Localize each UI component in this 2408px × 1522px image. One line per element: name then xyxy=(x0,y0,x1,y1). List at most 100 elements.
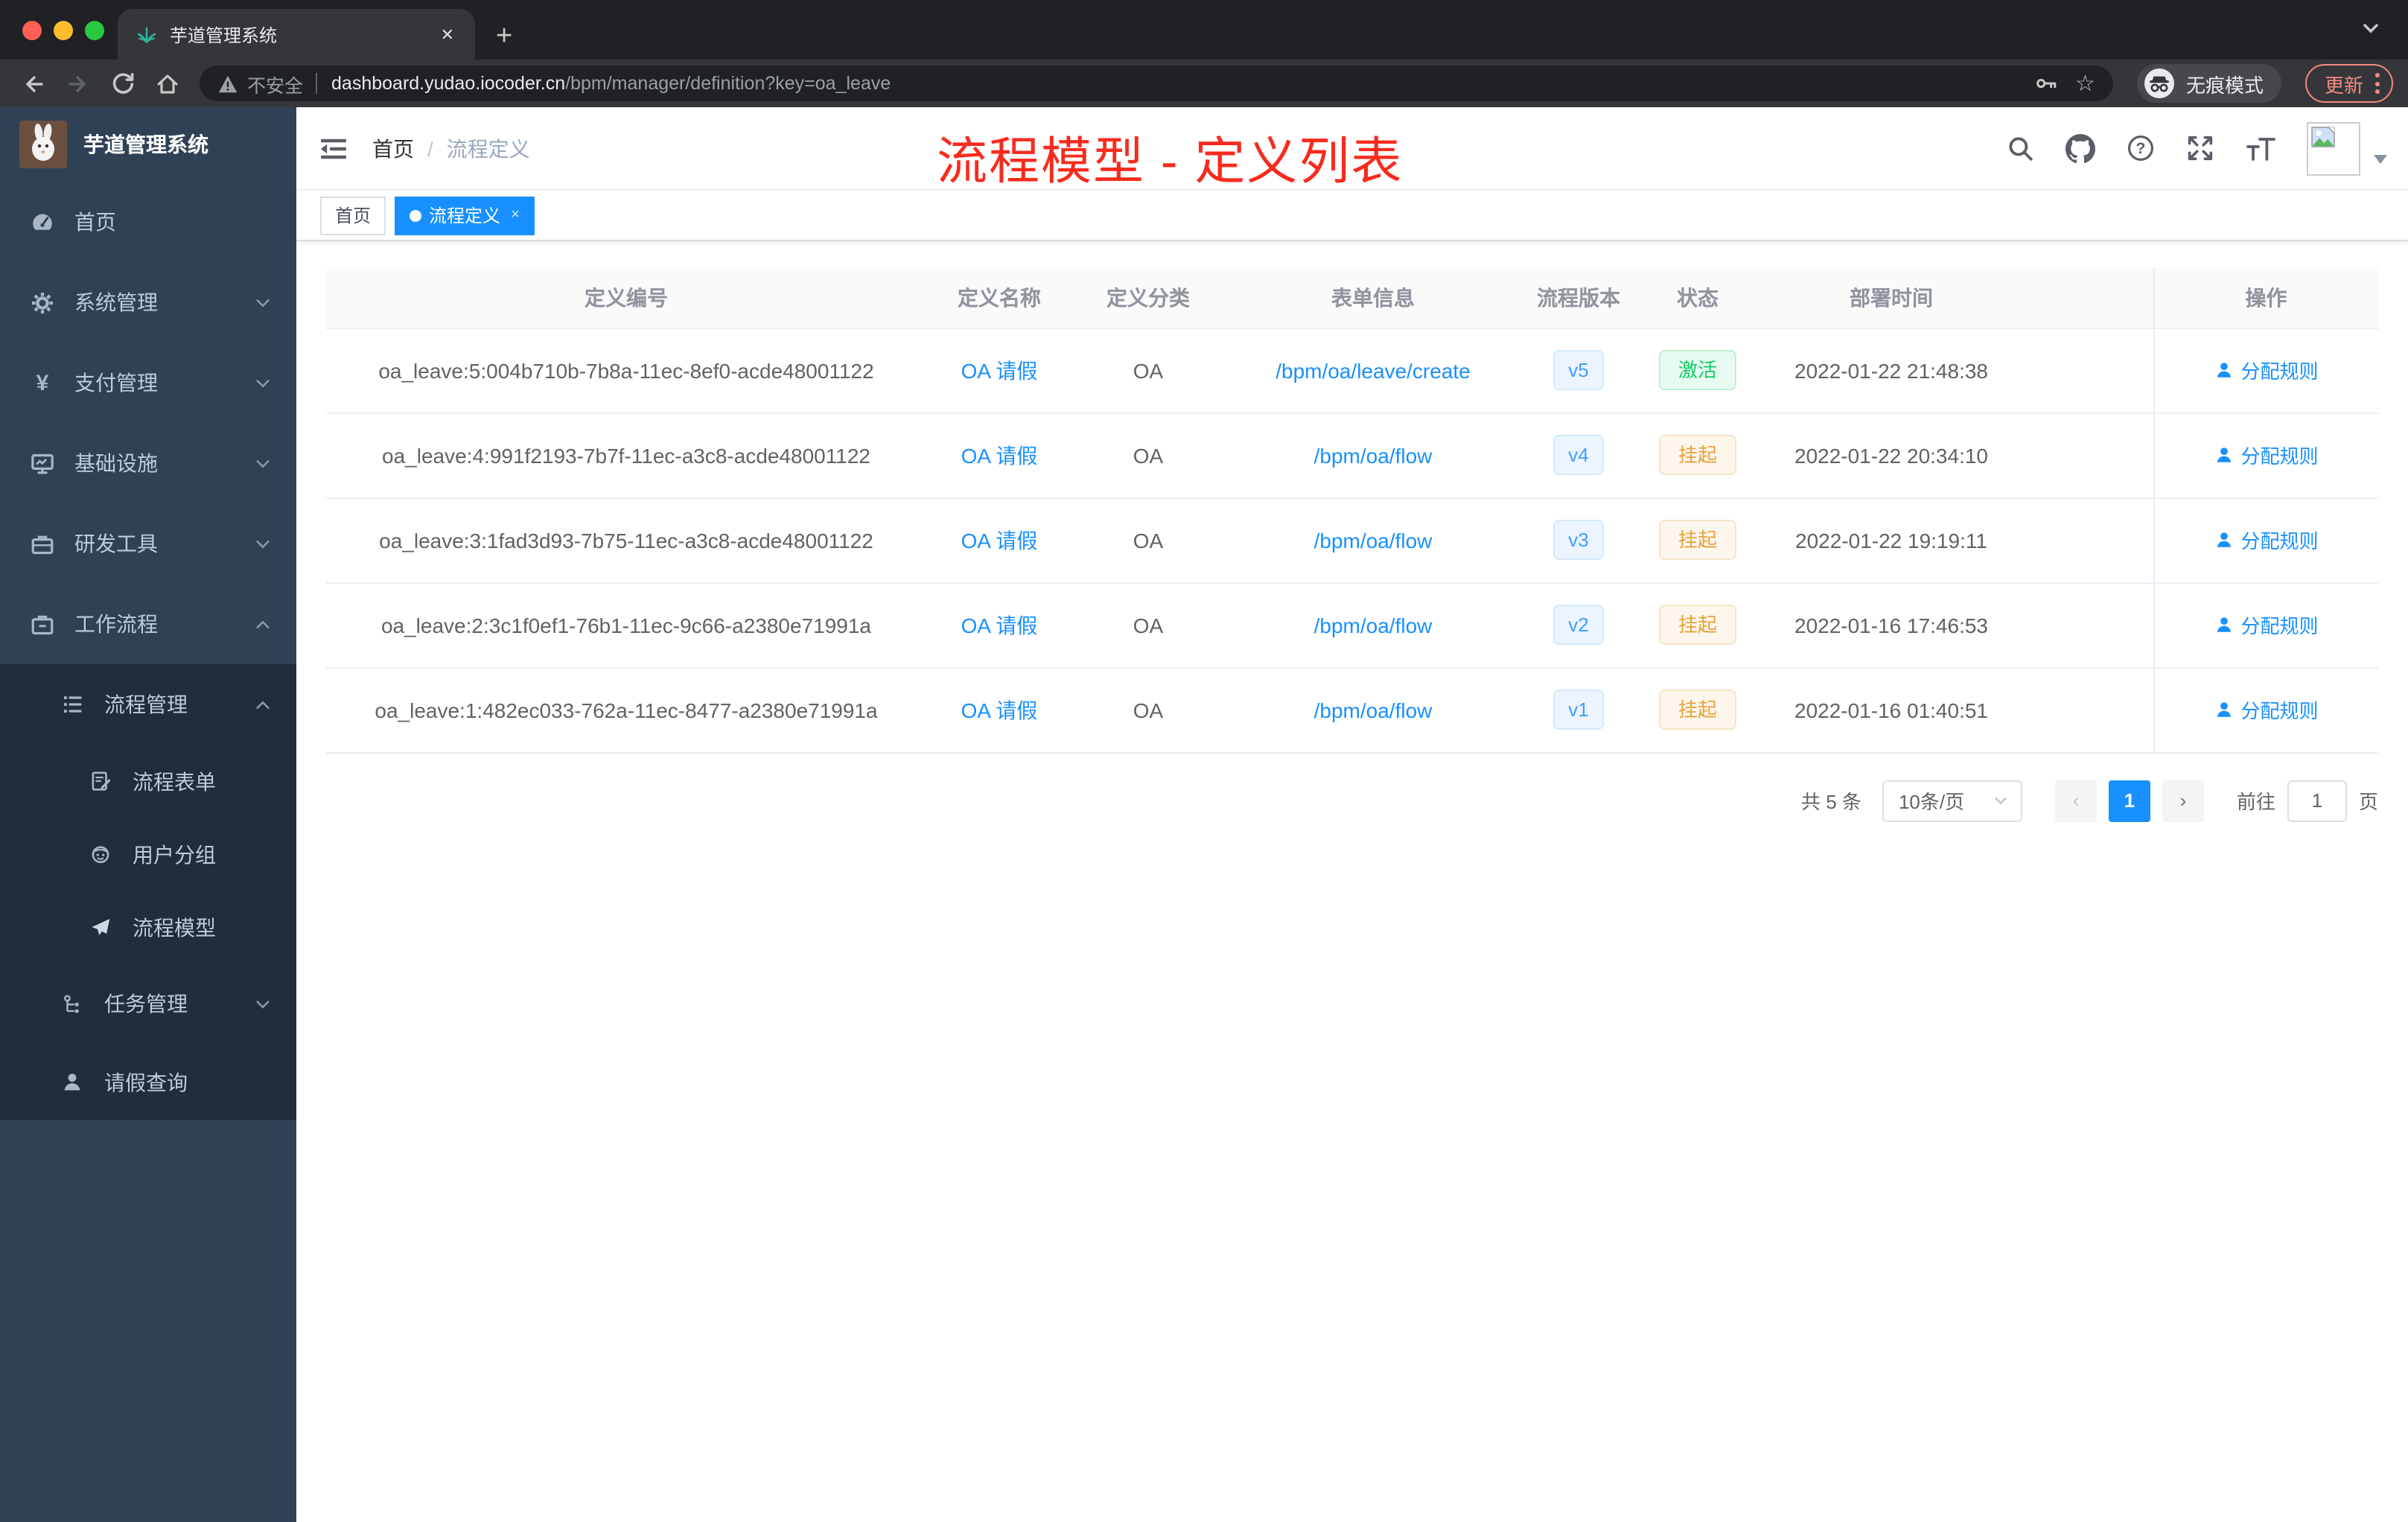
assign-rule-button[interactable]: 分配规则 xyxy=(2214,695,2319,724)
status-badge: 激活 xyxy=(1658,350,1736,390)
sidebar-item-leave-query[interactable]: 请假查询 xyxy=(0,1044,296,1120)
avatar[interactable] xyxy=(2307,121,2360,175)
definition-name-link[interactable]: OA 请假 xyxy=(961,698,1038,722)
table-row: oa_leave:2:3c1f0ef1-76b1-11ec-9c66-a2380… xyxy=(326,582,2378,668)
chevron-down-icon xyxy=(255,455,271,471)
sidebar-toggle-button[interactable] xyxy=(296,133,360,163)
prev-page-button[interactable]: ‹ xyxy=(2054,780,2097,821)
status-badge: 挂起 xyxy=(1658,605,1736,645)
cell-category: OA xyxy=(1072,413,1224,498)
chevron-down-icon xyxy=(255,294,271,311)
form-link[interactable]: /bpm/oa/flow xyxy=(1314,443,1433,467)
cell-gutter xyxy=(2022,667,2153,753)
form-link[interactable]: /bpm/oa/leave/create xyxy=(1275,358,1471,382)
github-icon[interactable] xyxy=(2065,133,2095,163)
cell-id: oa_leave:3:1fad3d93-7b75-11ec-a3c8-acde4… xyxy=(326,497,926,583)
sidebar-item-infrastructure[interactable]: 基础设施 xyxy=(0,423,296,503)
tags-view: 首页 流程定义 × xyxy=(296,191,2408,241)
sidebar-item-system[interactable]: 系统管理 xyxy=(0,262,296,343)
home-button[interactable] xyxy=(149,66,185,101)
page-size-select[interactable]: 10条/页 xyxy=(1882,780,2022,821)
tag-process-definition[interactable]: 流程定义 × xyxy=(395,196,535,235)
status-badge: 挂起 xyxy=(1658,435,1736,475)
assign-rule-button[interactable]: 分配规则 xyxy=(2214,441,2319,469)
definition-name-link[interactable]: OA 请假 xyxy=(961,528,1038,552)
sidebar-item-home[interactable]: 首页 xyxy=(0,182,296,262)
tab-title: 芋道管理系统 xyxy=(170,25,278,45)
cell-deploy-time: 2022-01-22 19:19:11 xyxy=(1760,497,2022,583)
goto-page-input[interactable] xyxy=(2287,780,2347,821)
cell-gutter xyxy=(2022,328,2153,413)
briefcase-icon xyxy=(30,611,55,637)
sidebar-item-process-form[interactable]: 流程表单 xyxy=(0,745,296,818)
version-badge: v3 xyxy=(1553,520,1604,560)
status-badge: 挂起 xyxy=(1658,520,1736,560)
definition-name-link[interactable]: OA 请假 xyxy=(961,443,1038,467)
incognito-label: 无痕模式 xyxy=(2185,74,2264,96)
window-close-button[interactable] xyxy=(22,21,42,40)
definition-name-link[interactable]: OA 请假 xyxy=(961,613,1038,637)
help-icon[interactable]: ? xyxy=(2127,134,2155,162)
workflow-submenu: 流程管理 流程表单 用户分组 流程模型 任务管理 请假查询 xyxy=(0,664,296,1120)
bookmark-star-icon[interactable]: ☆ xyxy=(2075,70,2095,97)
col-definition-category: 定义分类 xyxy=(1072,268,1224,328)
browser-menu-icon[interactable] xyxy=(2375,73,2380,94)
sidebar-item-user-group[interactable]: 用户分组 xyxy=(0,818,296,891)
assign-rule-button[interactable]: 分配规则 xyxy=(2214,611,2319,639)
reload-button[interactable] xyxy=(104,66,140,101)
chevron-down-icon xyxy=(255,996,271,1012)
cell-category: OA xyxy=(1072,582,1224,668)
new-tab-button[interactable]: + xyxy=(496,22,512,51)
cell-id: oa_leave:4:991f2193-7b7f-11ec-a3c8-acde4… xyxy=(326,413,926,498)
monitor-icon xyxy=(30,450,55,476)
browser-tab[interactable]: 芋道管理系统 ✕ xyxy=(118,9,475,60)
password-key-icon[interactable] xyxy=(2033,71,2057,95)
tab-search-chevron-icon[interactable] xyxy=(2360,18,2381,39)
address-bar[interactable]: 不安全 dashboard.yudao.iocoder.cn /bpm/mana… xyxy=(200,66,2113,101)
breadcrumb: 首页 / 流程定义 xyxy=(372,133,530,163)
sidebar-item-payment[interactable]: ¥ 支付管理 xyxy=(0,343,296,423)
form-link[interactable]: /bpm/oa/flow xyxy=(1314,698,1433,722)
toolbox-icon xyxy=(30,531,55,556)
avatar-caret-icon[interactable] xyxy=(2374,154,2387,163)
version-badge: v1 xyxy=(1553,690,1604,730)
assign-rule-button[interactable]: 分配规则 xyxy=(2214,356,2319,384)
cell-deploy-time: 2022-01-22 21:48:38 xyxy=(1760,328,2022,413)
font-size-icon[interactable] xyxy=(2246,135,2275,162)
sidebar-menu: 首页 系统管理 ¥ 支付管理 基础设施 研发工具 工作流程 流程管理 流程表单 … xyxy=(0,182,296,1120)
assign-rule-button[interactable]: 分配规则 xyxy=(2214,526,2319,554)
sidebar-item-workflow[interactable]: 工作流程 xyxy=(0,584,296,664)
table-row: oa_leave:4:991f2193-7b7f-11ec-a3c8-acde4… xyxy=(326,413,2378,498)
form-link[interactable]: /bpm/oa/flow xyxy=(1314,528,1433,552)
form-link[interactable]: /bpm/oa/flow xyxy=(1314,613,1433,637)
browser-update-button[interactable]: 更新 xyxy=(2305,64,2393,103)
table-row: oa_leave:5:004b710b-7b8a-11ec-8ef0-acde4… xyxy=(326,328,2378,413)
sidebar-item-task-management[interactable]: 任务管理 xyxy=(0,964,296,1044)
svg-text:?: ? xyxy=(2136,140,2146,157)
definition-name-link[interactable]: OA 请假 xyxy=(961,358,1038,382)
tag-home[interactable]: 首页 xyxy=(320,196,386,235)
col-process-version: 流程版本 xyxy=(1522,268,1635,328)
chevron-down-icon xyxy=(255,375,271,391)
window-minimize-button[interactable] xyxy=(54,21,73,40)
app-logo xyxy=(19,121,67,168)
chevron-up-icon xyxy=(255,696,271,713)
col-actions: 操作 xyxy=(2153,268,2378,328)
sidebar-item-devtools[interactable]: 研发工具 xyxy=(0,503,296,584)
window-zoom-button[interactable] xyxy=(85,21,104,40)
tab-close-icon[interactable]: ✕ xyxy=(435,22,460,47)
back-button[interactable] xyxy=(15,66,51,101)
sidebar-item-process-model[interactable]: 流程模型 xyxy=(0,891,296,964)
breadcrumb-home[interactable]: 首页 xyxy=(372,133,414,163)
page-unit-label: 页 xyxy=(2358,791,2378,813)
page-content: 定义编号 定义名称 定义分类 表单信息 流程版本 状态 部署时间 操作 oa_l… xyxy=(296,241,2408,1522)
user-icon xyxy=(2217,702,2231,717)
next-page-button[interactable]: › xyxy=(2162,780,2204,821)
tag-close-icon[interactable]: × xyxy=(511,207,520,223)
yen-icon: ¥ xyxy=(36,370,49,395)
fullscreen-icon[interactable] xyxy=(2186,134,2214,162)
forward-button[interactable] xyxy=(60,66,95,101)
page-1-button[interactable]: 1 xyxy=(2108,780,2150,821)
search-icon[interactable] xyxy=(2006,134,2034,162)
sidebar-item-process-management[interactable]: 流程管理 xyxy=(0,664,296,745)
